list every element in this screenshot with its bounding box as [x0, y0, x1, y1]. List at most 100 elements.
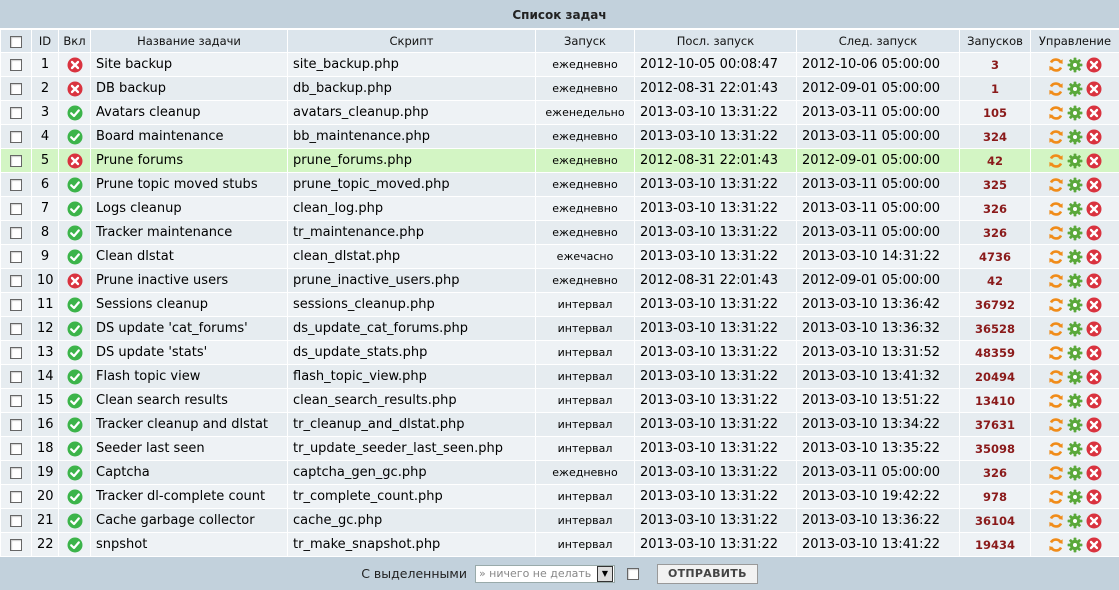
delete-icon[interactable]: [1086, 369, 1102, 385]
delete-icon[interactable]: [1086, 81, 1102, 97]
delete-icon[interactable]: [1086, 129, 1102, 145]
gear-icon[interactable]: [1067, 465, 1083, 481]
gear-icon[interactable]: [1067, 249, 1083, 265]
row-checkbox[interactable]: [10, 130, 22, 143]
bulk-action-select[interactable]: » ничего не делать ▼: [474, 564, 615, 583]
table-row[interactable]: 2 DB backup db_backup.php ежедневно 2012-08-…: [0, 76, 1119, 101]
refresh-icon[interactable]: [1048, 369, 1064, 385]
row-checkbox[interactable]: [10, 298, 22, 311]
table-row[interactable]: 21 Cache garbage collector cache_gc.php инт…: [0, 508, 1119, 533]
confirm-checkbox[interactable]: [626, 567, 639, 580]
check-circle-icon[interactable]: [67, 489, 83, 505]
check-circle-icon[interactable]: [67, 441, 83, 457]
select-all-checkbox[interactable]: [10, 35, 22, 48]
gear-icon[interactable]: [1067, 417, 1083, 433]
table-row[interactable]: 6 Prune topic moved stubs prune_topic_move…: [0, 172, 1119, 197]
delete-icon[interactable]: [1086, 321, 1102, 337]
row-checkbox[interactable]: [10, 442, 22, 455]
gear-icon[interactable]: [1067, 321, 1083, 337]
check-circle-icon[interactable]: [67, 321, 83, 337]
refresh-icon[interactable]: [1048, 465, 1064, 481]
x-circle-icon[interactable]: [67, 57, 83, 73]
table-row[interactable]: 8 Tracker maintenance tr_maintenance.php еж…: [0, 220, 1119, 245]
check-circle-icon[interactable]: [67, 249, 83, 265]
gear-icon[interactable]: [1067, 489, 1083, 505]
refresh-icon[interactable]: [1048, 81, 1064, 97]
table-row[interactable]: 3 Avatars cleanup avatars_cleanup.php ежене…: [0, 100, 1119, 125]
refresh-icon[interactable]: [1048, 225, 1064, 241]
gear-icon[interactable]: [1067, 105, 1083, 121]
check-circle-icon[interactable]: [67, 537, 83, 553]
chevron-down-icon[interactable]: ▼: [596, 565, 613, 582]
check-circle-icon[interactable]: [67, 417, 83, 433]
gear-icon[interactable]: [1067, 393, 1083, 409]
check-circle-icon[interactable]: [67, 369, 83, 385]
refresh-icon[interactable]: [1048, 393, 1064, 409]
table-row[interactable]: 11 Sessions cleanup sessions_cleanup.php ин…: [0, 292, 1119, 317]
table-row[interactable]: 19 Captcha captcha_gen_gc.php ежедневно 2013…: [0, 460, 1119, 485]
delete-icon[interactable]: [1086, 417, 1102, 433]
delete-icon[interactable]: [1086, 57, 1102, 73]
delete-icon[interactable]: [1086, 513, 1102, 529]
table-row[interactable]: 12 DS update 'cat_forums' ds_update_cat_fo…: [0, 316, 1119, 341]
check-circle-icon[interactable]: [67, 225, 83, 241]
row-checkbox[interactable]: [10, 418, 22, 431]
row-checkbox[interactable]: [10, 250, 22, 263]
table-row[interactable]: 9 Clean dlstat clean_dlstat.php ежечасно 201…: [0, 244, 1119, 269]
refresh-icon[interactable]: [1048, 201, 1064, 217]
gear-icon[interactable]: [1067, 297, 1083, 313]
row-checkbox[interactable]: [10, 82, 22, 95]
refresh-icon[interactable]: [1048, 129, 1064, 145]
gear-icon[interactable]: [1067, 201, 1083, 217]
row-checkbox[interactable]: [10, 154, 22, 167]
delete-icon[interactable]: [1086, 441, 1102, 457]
check-circle-icon[interactable]: [67, 513, 83, 529]
row-checkbox[interactable]: [10, 466, 22, 479]
row-checkbox[interactable]: [10, 226, 22, 239]
gear-icon[interactable]: [1067, 513, 1083, 529]
gear-icon[interactable]: [1067, 225, 1083, 241]
delete-icon[interactable]: [1086, 249, 1102, 265]
delete-icon[interactable]: [1086, 105, 1102, 121]
row-checkbox[interactable]: [10, 514, 22, 527]
refresh-icon[interactable]: [1048, 537, 1064, 553]
delete-icon[interactable]: [1086, 153, 1102, 169]
refresh-icon[interactable]: [1048, 249, 1064, 265]
table-row[interactable]: 7 Logs cleanup clean_log.php ежедневно 2013-…: [0, 196, 1119, 221]
delete-icon[interactable]: [1086, 465, 1102, 481]
delete-icon[interactable]: [1086, 201, 1102, 217]
refresh-icon[interactable]: [1048, 177, 1064, 193]
x-circle-icon[interactable]: [67, 153, 83, 169]
row-checkbox[interactable]: [10, 490, 22, 503]
x-circle-icon[interactable]: [67, 81, 83, 97]
refresh-icon[interactable]: [1048, 153, 1064, 169]
delete-icon[interactable]: [1086, 177, 1102, 193]
table-row[interactable]: 18 Seeder last seen tr_update_seeder_last_…: [0, 436, 1119, 461]
row-checkbox[interactable]: [10, 202, 22, 215]
refresh-icon[interactable]: [1048, 513, 1064, 529]
delete-icon[interactable]: [1086, 297, 1102, 313]
row-checkbox[interactable]: [10, 106, 22, 119]
table-row[interactable]: 20 Tracker dl-complete count tr_complete_c…: [0, 484, 1119, 509]
check-circle-icon[interactable]: [67, 129, 83, 145]
delete-icon[interactable]: [1086, 489, 1102, 505]
table-row[interactable]: 16 Tracker cleanup and dlstat tr_cleanup_a…: [0, 412, 1119, 437]
check-circle-icon[interactable]: [67, 465, 83, 481]
row-checkbox[interactable]: [10, 322, 22, 335]
table-row[interactable]: 22 snpshot tr_make_snapshot.php интервал 201…: [0, 532, 1119, 557]
row-checkbox[interactable]: [10, 178, 22, 191]
table-row[interactable]: 1 Site backup site_backup.php ежедневно 2012…: [0, 52, 1119, 77]
row-checkbox[interactable]: [10, 538, 22, 551]
gear-icon[interactable]: [1067, 153, 1083, 169]
check-circle-icon[interactable]: [67, 105, 83, 121]
delete-icon[interactable]: [1086, 273, 1102, 289]
check-circle-icon[interactable]: [67, 345, 83, 361]
refresh-icon[interactable]: [1048, 105, 1064, 121]
table-row[interactable]: 14 Flash topic view flash_topic_view.php ин…: [0, 364, 1119, 389]
delete-icon[interactable]: [1086, 393, 1102, 409]
gear-icon[interactable]: [1067, 537, 1083, 553]
row-checkbox[interactable]: [10, 58, 22, 71]
check-circle-icon[interactable]: [67, 393, 83, 409]
x-circle-icon[interactable]: [67, 273, 83, 289]
row-checkbox[interactable]: [10, 274, 22, 287]
